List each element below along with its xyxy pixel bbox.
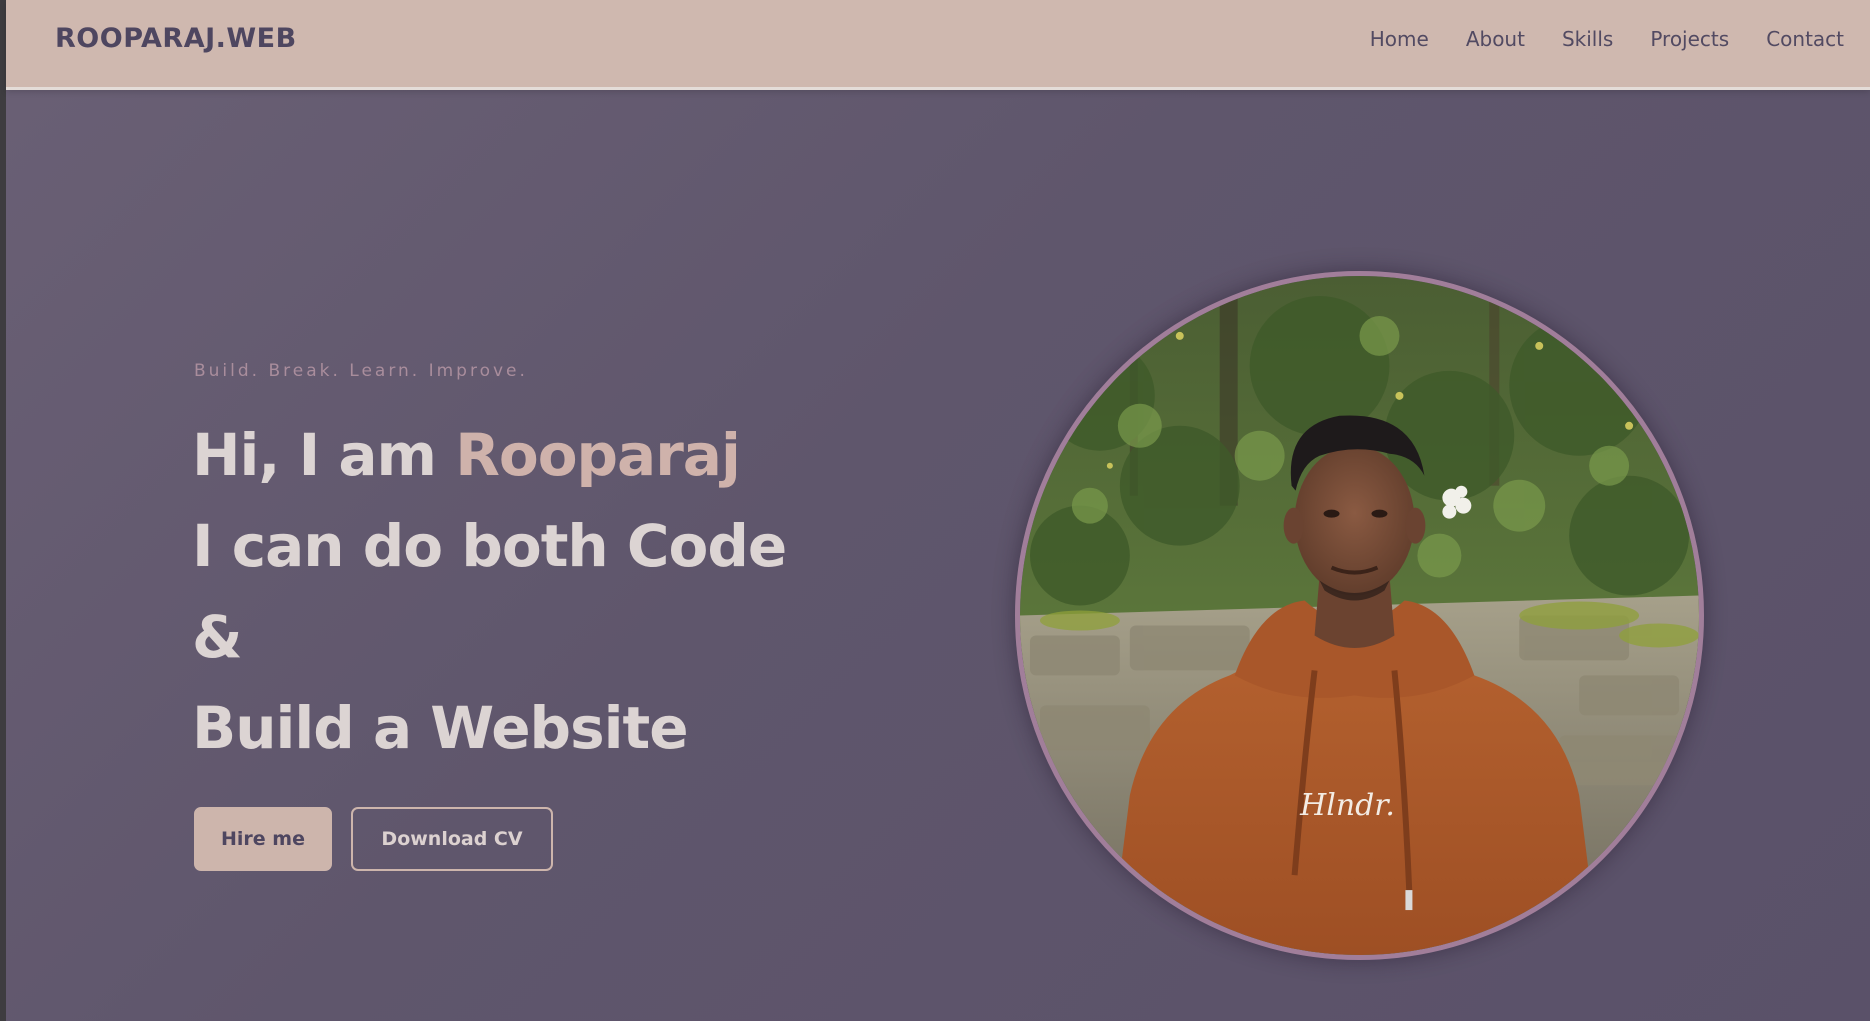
profile-photo: Hlndr. — [1015, 271, 1704, 960]
nav-projects-link[interactable]: Projects — [1650, 27, 1729, 51]
navbar: ROOPARAJ.WEB Home About Skills Projects … — [6, 0, 1870, 90]
hero-tagline: Build. Break. Learn. Improve. — [194, 361, 528, 381]
hero-buttons: Hire me Download CV — [194, 807, 553, 871]
nav-links: Home About Skills Projects Contact — [1370, 27, 1844, 51]
headline-line-3: & — [192, 603, 243, 671]
download-cv-button[interactable]: Download CV — [351, 807, 553, 871]
headline-line-4: Build a Website — [192, 694, 689, 762]
headline-line-1: Hi, I am Rooparaj — [192, 410, 786, 501]
window-edge — [0, 0, 6, 1021]
nav-skills-link[interactable]: Skills — [1562, 27, 1613, 51]
nav-home-link[interactable]: Home — [1370, 27, 1429, 51]
profile-photo-illustration: Hlndr. — [1020, 276, 1699, 955]
nav-about-link[interactable]: About — [1466, 27, 1525, 51]
page: ROOPARAJ.WEB Home About Skills Projects … — [0, 0, 1870, 1021]
hero-name: Rooparaj — [455, 421, 741, 489]
greeting-text: Hi, I am — [192, 421, 456, 489]
hire-me-button[interactable]: Hire me — [194, 807, 332, 871]
nav-contact-link[interactable]: Contact — [1766, 27, 1844, 51]
hoodie-logo: Hlndr. — [1299, 788, 1395, 823]
brand-logo[interactable]: ROOPARAJ.WEB — [55, 23, 297, 54]
hero-headline: Hi, I am Rooparaj I can do both Code & B… — [192, 410, 787, 774]
headline-line-2: I can do both Code — [192, 512, 787, 580]
